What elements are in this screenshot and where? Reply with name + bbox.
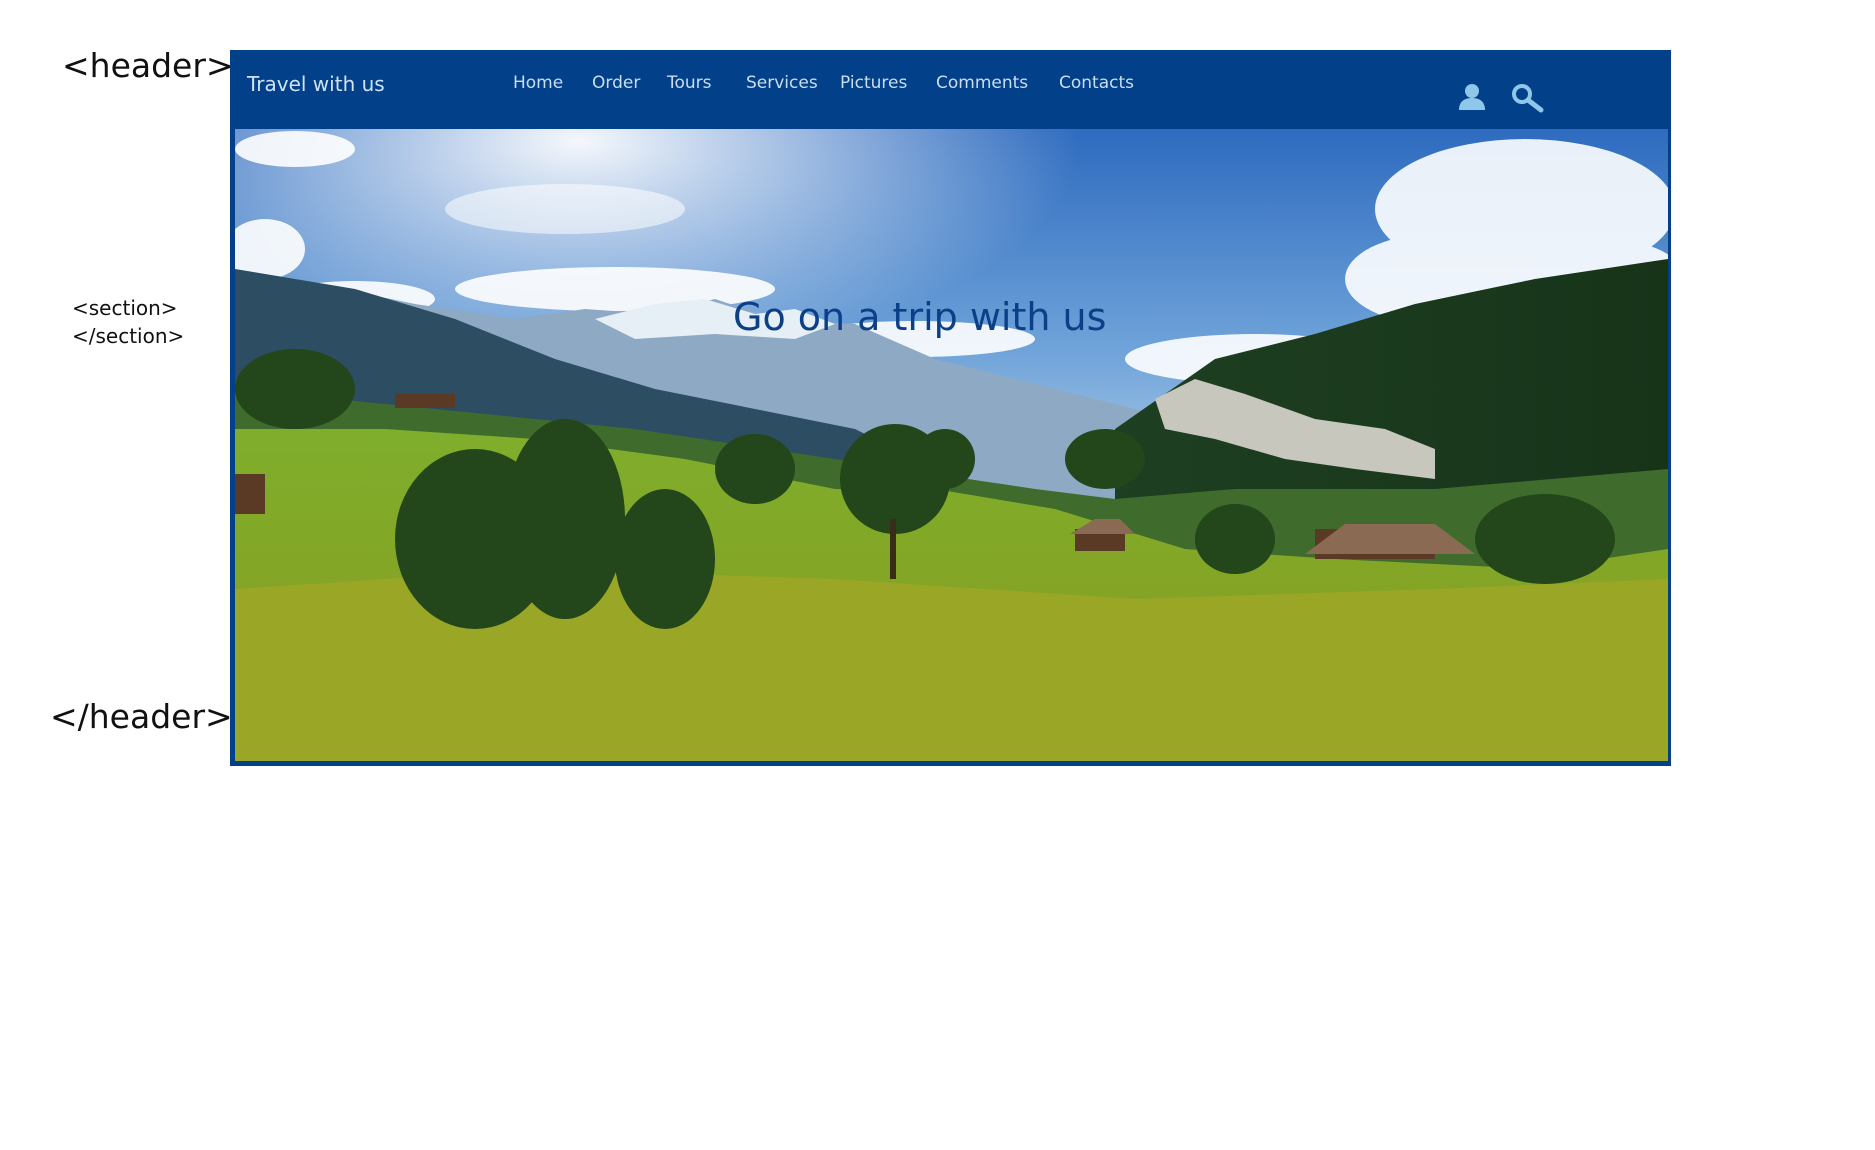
nav-item-pictures[interactable]: Pictures [840, 73, 907, 93]
header-open-annotation: <header> [62, 46, 234, 85]
section-close-annotation: </section> [72, 324, 185, 348]
brand-title[interactable]: Travel with us [247, 72, 385, 96]
landscape-image [235, 129, 1668, 761]
page: <header> <section> </section> </header> … [0, 0, 1875, 1150]
header-close-annotation: </header> [50, 697, 233, 736]
nav-item-order[interactable]: Order [592, 73, 640, 93]
nav-item-home[interactable]: Home [513, 73, 563, 93]
hero-title: Go on a trip with us [733, 295, 1107, 339]
site-header: Travel with us Home Order Tours Services… [230, 50, 1671, 766]
nav-item-services[interactable]: Services [746, 73, 818, 93]
nav-item-tours[interactable]: Tours [667, 73, 712, 93]
hero-section: Go on a trip with us [235, 129, 1668, 761]
nav-bar: Travel with us Home Order Tours Services… [230, 50, 1671, 129]
nav-item-comments[interactable]: Comments [936, 73, 1028, 93]
search-icon[interactable] [1510, 83, 1544, 113]
section-open-annotation: <section> [72, 296, 178, 320]
user-icon[interactable] [1457, 83, 1487, 111]
nav-item-contacts[interactable]: Contacts [1059, 73, 1134, 93]
